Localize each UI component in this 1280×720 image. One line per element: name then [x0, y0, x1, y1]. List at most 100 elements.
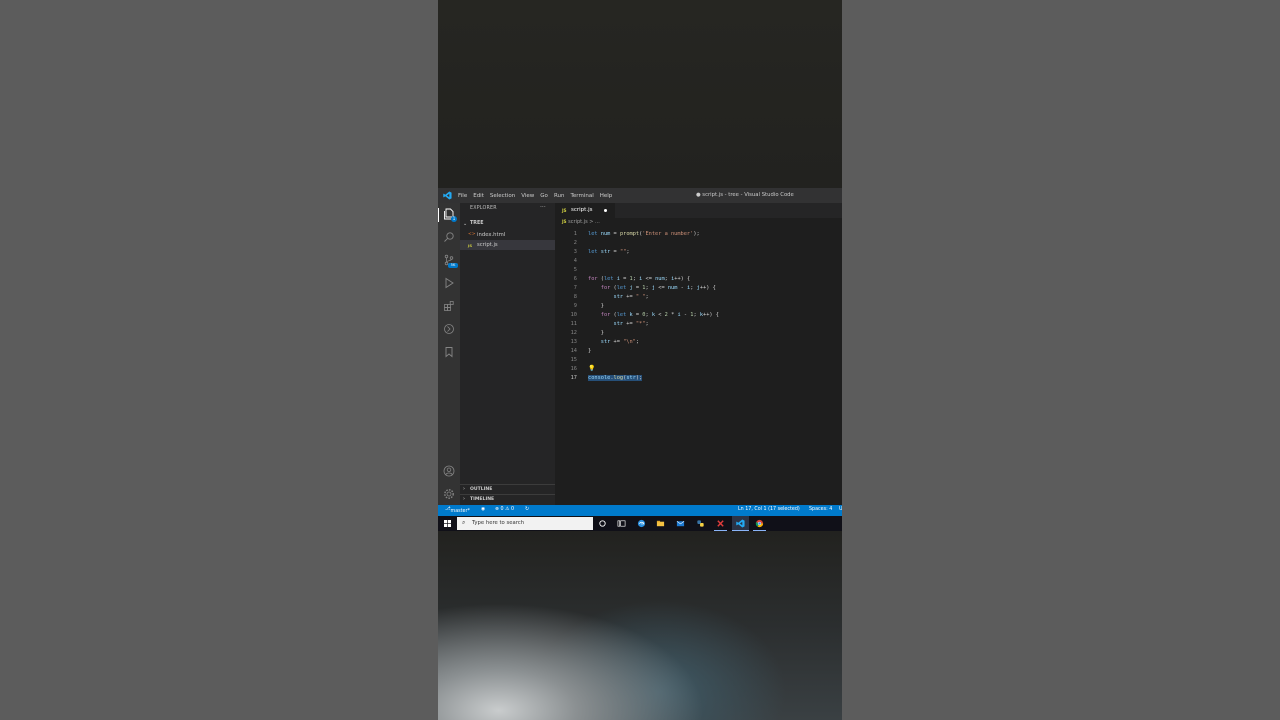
- chrome-icon[interactable]: [755, 519, 764, 528]
- account-icon[interactable]: [443, 465, 455, 477]
- explorer-badge: 1: [451, 216, 457, 222]
- windows-start-icon[interactable]: [444, 520, 451, 527]
- code-text: }: [588, 348, 592, 354]
- scm-badge: 5K: [448, 263, 458, 268]
- menu-file[interactable]: File: [458, 193, 467, 199]
- indentation-status[interactable]: Spaces: 4: [809, 507, 832, 512]
- vscode-taskbar-icon[interactable]: [736, 519, 745, 528]
- menu-bar: File Edit Selection View Go Run Terminal…: [458, 188, 612, 203]
- more-actions-button[interactable]: ···: [540, 204, 546, 211]
- edge-browser-icon[interactable]: [637, 519, 646, 528]
- js-file-icon: JS: [468, 243, 473, 248]
- code-text: }: [588, 303, 604, 309]
- code-line: 12 }: [555, 329, 842, 338]
- eye-icon[interactable]: ◉: [481, 507, 485, 512]
- taskbar-search-input[interactable]: ⌕ Type here to search: [457, 517, 593, 530]
- html-file-icon: <>: [468, 232, 476, 237]
- status-bar: ⎇ master* ◉ ⊗ 0 ⚠ 0 ↻ Ln 17, Col 1 (17 s…: [438, 505, 842, 516]
- menu-view[interactable]: View: [521, 193, 534, 199]
- line-number: 4: [573, 258, 577, 264]
- settings-gear-icon[interactable]: [443, 488, 455, 500]
- search-placeholder: Type here to search: [472, 520, 525, 526]
- menu-edit[interactable]: Edit: [473, 193, 484, 199]
- python-icon[interactable]: [696, 519, 705, 528]
- timeline-section[interactable]: › TIMELINE: [460, 494, 555, 505]
- line-number: 15: [570, 357, 577, 363]
- menu-run[interactable]: Run: [554, 193, 565, 199]
- extensions-icon[interactable]: [443, 300, 455, 312]
- menu-terminal[interactable]: Terminal: [570, 193, 593, 199]
- code-text: str += "\n";: [600, 339, 640, 345]
- breadcrumb[interactable]: JS script.js > ...: [555, 219, 600, 228]
- code-line: 1 let num = prompt('Enter a number');: [555, 230, 842, 239]
- code-text: console.log(str);: [588, 375, 643, 381]
- run-debug-icon[interactable]: [443, 277, 455, 289]
- line-number: 6: [573, 276, 577, 282]
- screen-recorder-icon[interactable]: [716, 519, 725, 528]
- mail-icon[interactable]: [676, 519, 685, 528]
- code-line: 15: [555, 356, 842, 365]
- code-line: 11 str += "*";: [555, 320, 842, 329]
- code-text: str += "*";: [613, 321, 649, 327]
- cortana-icon[interactable]: [598, 519, 607, 528]
- menu-selection[interactable]: Selection: [490, 193, 515, 199]
- live-share-icon[interactable]: ↻: [525, 507, 529, 512]
- menu-help[interactable]: Help: [600, 193, 613, 199]
- code-text: let num = prompt('Enter a number');: [588, 231, 700, 237]
- line-number: 2: [573, 240, 577, 246]
- code-editor[interactable]: 1 let num = prompt('Enter a number'); 2 3…: [555, 228, 842, 505]
- code-line-selected: 17 console.log(str);: [555, 374, 842, 383]
- folder-tree-header[interactable]: ⌄ TREE: [460, 220, 555, 229]
- file-item-index-html[interactable]: <> index.html: [460, 230, 555, 240]
- running-indicator: [732, 530, 749, 531]
- vscode-logo-icon: [443, 191, 452, 200]
- running-indicator: [753, 530, 766, 531]
- code-line: 6 for (let i = 1; i <= num; i++) {: [555, 275, 842, 284]
- code-line: 3 let str = "";: [555, 248, 842, 257]
- search-icon: ⌕: [462, 519, 466, 526]
- bookmark-icon[interactable]: [443, 346, 455, 358]
- cursor-position[interactable]: Ln 17, Col 1 (17 selected): [738, 507, 800, 512]
- remote-explorer-icon[interactable]: [443, 323, 455, 335]
- chevron-down-icon: ⌄: [463, 221, 468, 227]
- file-explorer-icon[interactable]: [656, 519, 665, 528]
- video-frame: File Edit Selection View Go Run Terminal…: [438, 0, 842, 720]
- encoding-status[interactable]: U: [839, 507, 842, 512]
- line-number: 10: [570, 312, 577, 318]
- code-text: for (let k = 0; k < 2 * i - 1; k++) {: [600, 312, 719, 318]
- active-indicator: [438, 208, 439, 222]
- line-number: 3: [573, 249, 577, 255]
- js-file-icon: JS: [562, 219, 567, 224]
- windows-taskbar: ⌕ Type here to search: [438, 516, 842, 531]
- code-line: 5: [555, 266, 842, 275]
- branch-status[interactable]: ⎇ master*: [445, 507, 470, 514]
- code-text: for (let j = 1; j <= num - i; j++) {: [600, 285, 716, 291]
- menu-go[interactable]: Go: [540, 193, 548, 199]
- timeline-label: TIMELINE: [470, 497, 495, 502]
- code-line: 8 str += " ";: [555, 293, 842, 302]
- window-title: ● script.js - tree - Visual Studio Code: [696, 192, 794, 198]
- code-text: for (let i = 1; i <= num; i++) {: [588, 276, 691, 282]
- file-name: script.js: [477, 242, 498, 248]
- code-line: 7 for (let j = 1; j <= num - i; j++) {: [555, 284, 842, 293]
- line-number: 12: [570, 330, 577, 336]
- explorer-sidebar: EXPLORER ··· ⌄ TREE <> index.html JS scr…: [460, 203, 555, 505]
- code-text: str += " ";: [613, 294, 649, 300]
- file-item-script-js[interactable]: JS script.js: [460, 240, 555, 250]
- title-bar: File Edit Selection View Go Run Terminal…: [438, 188, 842, 203]
- code-line: 16 💡: [555, 365, 842, 374]
- line-number: 5: [573, 267, 577, 273]
- code-line: 13 str += "\n";: [555, 338, 842, 347]
- line-number: 9: [573, 303, 577, 309]
- task-view-icon[interactable]: [617, 519, 626, 528]
- line-number: 14: [570, 348, 577, 354]
- unsaved-dot-icon[interactable]: [604, 209, 607, 212]
- code-line: 9 }: [555, 302, 842, 311]
- folder-name: TREE: [470, 221, 484, 226]
- tab-script-js[interactable]: JS script.js: [555, 203, 615, 218]
- lightbulb-icon[interactable]: 💡: [588, 365, 595, 372]
- activity-bar: 1 5K: [438, 203, 460, 505]
- search-icon[interactable]: [443, 231, 455, 243]
- file-name: index.html: [477, 232, 506, 238]
- problems-status[interactable]: ⊗ 0 ⚠ 0: [495, 507, 514, 512]
